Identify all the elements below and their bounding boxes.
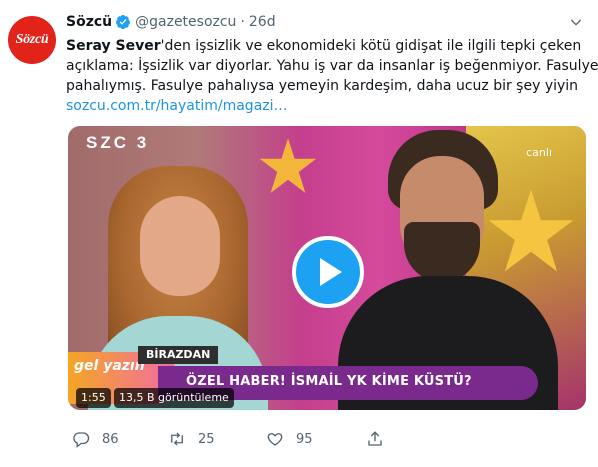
tweet-time[interactable]: 26d: [249, 14, 276, 30]
share-icon: [368, 431, 382, 446]
reply-button[interactable]: 86: [72, 430, 119, 448]
tweet-text-line-3: pahalıymış. Fasulye pahalıysa yemeyin ka…: [66, 78, 579, 94]
avatar[interactable]: Sözcü: [8, 16, 56, 64]
video-duration: 1:55: [76, 388, 111, 408]
tweet-header: Sözcü @gazetesozcu · 26d: [66, 12, 276, 32]
verified-badge-icon: [116, 15, 131, 30]
separator-dot: ·: [240, 14, 245, 30]
author-name[interactable]: Sözcü: [66, 14, 112, 30]
retweet-icon: [171, 432, 183, 446]
video-view-count: 13,5 B görüntüleme: [114, 388, 234, 408]
tweet-actions: 86 25 95: [66, 430, 486, 450]
play-button[interactable]: [292, 236, 364, 308]
retweet-button[interactable]: 25: [168, 430, 215, 448]
channel-logo-number: 3: [136, 133, 150, 152]
live-label: canlı: [526, 146, 552, 159]
tweet-text-line-1: Seray Sever'den işsizlik ve ekonomideki …: [66, 36, 588, 56]
birazdan-tag: BİRAZDAN: [138, 346, 219, 364]
author-handle[interactable]: @gazetesozcu: [135, 14, 236, 30]
tweet-text-line-1-rest: 'den işsizlik ve ekonomideki kötü gidişa…: [160, 38, 582, 54]
channel-logo: SZC 3: [86, 134, 150, 178]
tweet-text: Seray Sever'den işsizlik ve ekonomideki …: [66, 36, 598, 116]
reply-count: 86: [102, 431, 119, 447]
heart-icon: [267, 433, 283, 446]
retweet-count: 25: [198, 431, 215, 447]
like-count: 95: [296, 431, 313, 447]
tweet[interactable]: Sözcü Sözcü @gazetesozcu · 26d Seray Sev…: [0, 0, 598, 467]
star-decoration-icon: [488, 189, 574, 272]
reply-icon: [73, 432, 90, 448]
like-button[interactable]: 95: [266, 430, 313, 448]
tweet-link[interactable]: sozcu.com.tr/hayatim/magazi…: [66, 96, 588, 116]
play-icon: [320, 258, 342, 286]
star-decoration-icon: [259, 138, 317, 193]
avatar-logo-text: Sözcü: [15, 32, 49, 47]
guest-woman-face: [140, 196, 220, 296]
news-banner-text: ÖZEL HABER! İSMAİL YK KİME KÜSTÜ?: [186, 374, 472, 389]
mention-bold: Seray Sever: [66, 38, 161, 54]
chevron-down-icon[interactable]: [568, 14, 584, 30]
channel-logo-text: SZC: [86, 133, 129, 152]
video-player[interactable]: SZC 3 canlı gel yazın BİRAZDAN ÖZEL HABE…: [68, 126, 586, 410]
share-button[interactable]: [366, 430, 384, 448]
tweet-text-line-2: açıklama: İşsizlik var diyorlar. Yahu iş…: [66, 58, 598, 74]
